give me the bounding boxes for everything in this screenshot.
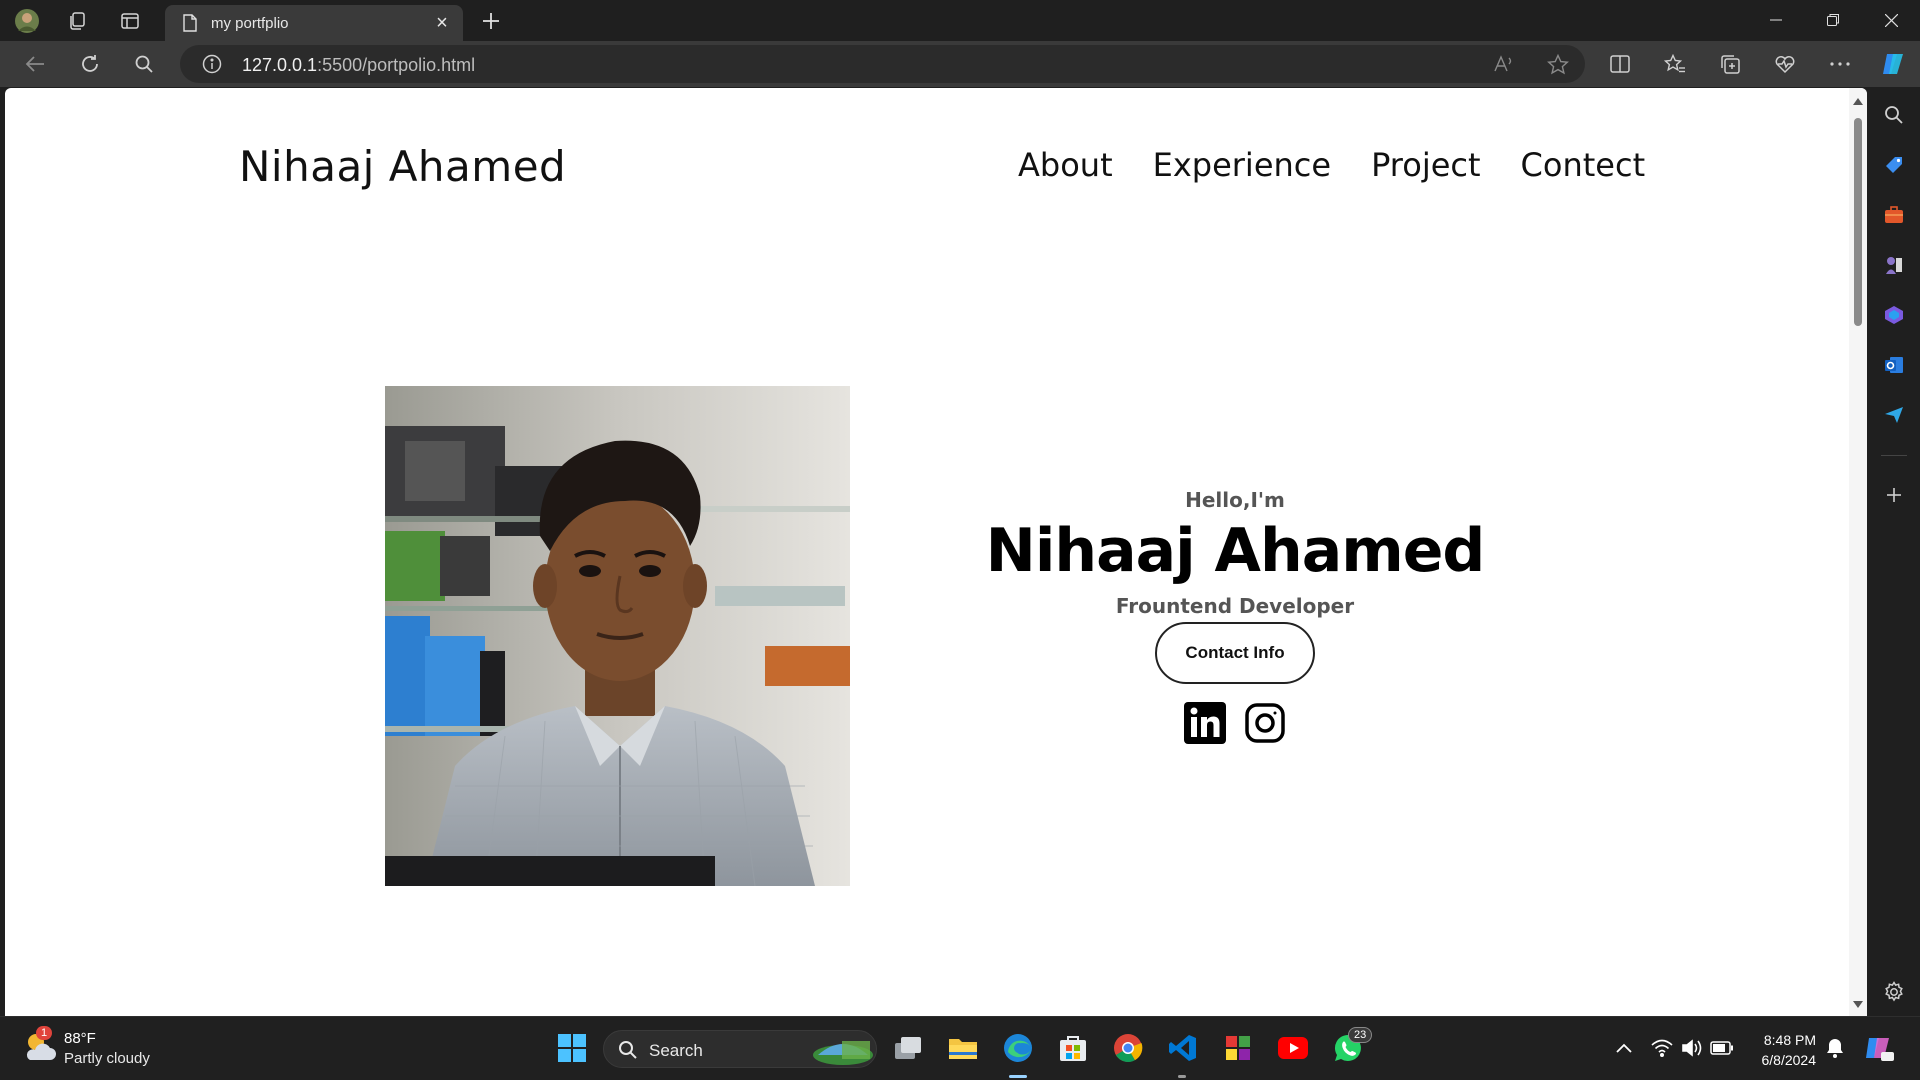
close-tab-icon[interactable]: × xyxy=(431,12,453,34)
wifi-icon[interactable] xyxy=(1645,1031,1679,1065)
edge-browser-icon[interactable] xyxy=(1001,1031,1035,1065)
show-hidden-icons-icon[interactable] xyxy=(1607,1031,1641,1065)
taskbar-search-icon xyxy=(618,1040,638,1060)
nav-experience[interactable]: Experience xyxy=(1153,146,1331,184)
microsoft-store-icon[interactable] xyxy=(1056,1031,1090,1065)
close-window-icon[interactable] xyxy=(1868,0,1914,40)
outlook-icon[interactable] xyxy=(1881,352,1907,378)
clock-date: 6/8/2024 xyxy=(1761,1052,1817,1068)
new-tab-icon[interactable] xyxy=(478,8,504,34)
weather-badge: 1 xyxy=(36,1026,53,1040)
file-explorer-icon[interactable] xyxy=(946,1031,980,1065)
nav-contect[interactable]: Contect xyxy=(1521,146,1646,184)
task-view-icon[interactable] xyxy=(891,1031,925,1065)
instagram-icon[interactable] xyxy=(1244,702,1286,744)
back-icon[interactable] xyxy=(21,50,49,78)
social-links xyxy=(925,702,1545,744)
address-bar[interactable]: 127.0.0.1:5500/portpolio.html xyxy=(180,45,1585,83)
hero-role: Frountend Developer xyxy=(1115,594,1355,618)
edge-active-indicator xyxy=(1009,1075,1027,1078)
copilot-icon[interactable] xyxy=(1879,50,1907,78)
hero-name: Nihaaj Ahamed xyxy=(985,516,1486,586)
weather-temp: 88°F xyxy=(64,1030,96,1047)
nav-about[interactable]: About xyxy=(1018,146,1113,184)
refresh-icon[interactable] xyxy=(76,50,104,78)
site-info-icon[interactable] xyxy=(202,54,222,74)
scroll-up-arrow[interactable] xyxy=(1853,98,1863,105)
minimize-icon[interactable] xyxy=(1753,0,1799,40)
restore-icon[interactable] xyxy=(1810,0,1856,40)
copilot-taskbar-icon[interactable] xyxy=(1862,1031,1896,1065)
taskbar-search[interactable]: Search xyxy=(603,1030,877,1068)
send-icon[interactable] xyxy=(1881,402,1907,428)
hero-section: Hello,I'm Nihaaj Ahamed Frountend Develo… xyxy=(925,488,1545,744)
microsoft-365-icon[interactable] xyxy=(1881,302,1907,328)
shopping-tag-icon[interactable] xyxy=(1881,152,1907,178)
games-icon[interactable] xyxy=(1881,252,1907,278)
vscode-open-indicator xyxy=(1178,1075,1186,1078)
sidebar-search-icon[interactable] xyxy=(1881,102,1907,128)
favorite-star-icon[interactable] xyxy=(1547,54,1569,75)
profile-avatar-icon[interactable] xyxy=(14,8,40,34)
read-aloud-icon[interactable] xyxy=(1493,54,1515,74)
windows-start-icon[interactable] xyxy=(555,1031,589,1065)
linkedin-icon[interactable] xyxy=(1184,702,1226,744)
tab-title: my portfplio xyxy=(211,15,289,32)
sidebar-settings-icon[interactable] xyxy=(1881,979,1907,1005)
vscode-icon[interactable] xyxy=(1166,1031,1200,1065)
taskbar-search-label: Search xyxy=(649,1041,703,1060)
contact-info-button[interactable]: Contact Info xyxy=(1155,622,1315,684)
workspaces-icon[interactable] xyxy=(64,8,90,34)
vertical-tabs-icon[interactable] xyxy=(117,8,143,34)
chrome-icon[interactable] xyxy=(1111,1031,1145,1065)
notifications-bell-icon[interactable] xyxy=(1818,1031,1852,1065)
more-options-icon[interactable] xyxy=(1826,50,1854,78)
sidebar-divider xyxy=(1881,455,1907,456)
browser-toolbar: 127.0.0.1:5500/portpolio.html xyxy=(0,41,1920,87)
weather-widget[interactable]: 1 88°F Partly cloudy xyxy=(22,1026,150,1067)
app-grid-icon[interactable] xyxy=(1221,1031,1255,1065)
scroll-down-arrow[interactable] xyxy=(1853,1001,1863,1008)
add-sidebar-app-icon[interactable] xyxy=(1881,482,1907,508)
whatsapp-badge: 23 xyxy=(1348,1027,1373,1043)
site-nav: About Experience Project Contect xyxy=(1018,146,1645,184)
battery-icon[interactable] xyxy=(1705,1031,1739,1065)
tools-briefcase-icon[interactable] xyxy=(1881,202,1907,228)
scroll-thumb[interactable] xyxy=(1854,118,1862,326)
collections-icon[interactable] xyxy=(1716,50,1744,78)
browser-title-bar: my portfplio × xyxy=(0,0,1920,41)
youtube-icon[interactable] xyxy=(1276,1031,1310,1065)
browser-tab[interactable]: my portfplio × xyxy=(165,5,463,41)
weather-desc: Partly cloudy xyxy=(64,1050,150,1067)
profile-photo xyxy=(385,386,850,886)
split-screen-icon[interactable] xyxy=(1606,50,1634,78)
browser-essentials-icon[interactable] xyxy=(1771,50,1799,78)
web-page: Nihaaj Ahamed About Experience Project C… xyxy=(5,88,1867,1016)
page-scrollbar[interactable] xyxy=(1849,88,1867,1016)
volume-icon[interactable] xyxy=(1675,1031,1709,1065)
system-clock[interactable]: 8:48 PM 6/8/2024 xyxy=(1740,1030,1817,1070)
taskbar: 1 88°F Partly cloudy Search 23 8:48 PM 6… xyxy=(0,1016,1920,1080)
nav-project[interactable]: Project xyxy=(1371,146,1480,184)
search-highlight-icon xyxy=(812,1035,874,1065)
site-logo[interactable]: Nihaaj Ahamed xyxy=(239,142,566,191)
favorites-icon[interactable] xyxy=(1661,50,1689,78)
hero-greeting: Hello,I'm xyxy=(1185,488,1285,512)
edge-sidebar xyxy=(1867,87,1920,1015)
search-icon[interactable] xyxy=(130,50,158,78)
page-icon xyxy=(182,14,198,32)
clock-time: 8:48 PM xyxy=(1763,1032,1816,1048)
url-text: 127.0.0.1:5500/portpolio.html xyxy=(242,55,476,75)
